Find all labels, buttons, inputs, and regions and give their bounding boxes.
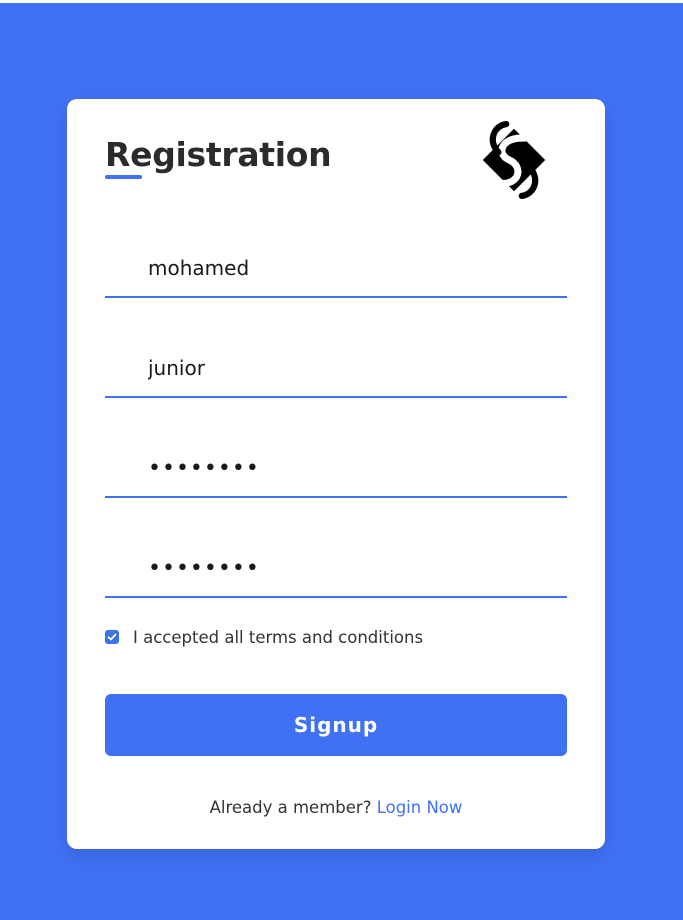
page-title: Registration — [105, 135, 332, 174]
top-edge — [0, 0, 683, 3]
confirm-password-input[interactable] — [105, 540, 567, 596]
login-prompt: Already a member? Login Now — [67, 798, 605, 817]
confirm-password-field — [105, 540, 567, 598]
last-name-input[interactable] — [105, 340, 567, 396]
first-name-input[interactable] — [105, 240, 567, 296]
terms-row: I accepted all terms and conditions — [105, 625, 423, 649]
registration-card: Registration I accepted all terms and co… — [67, 99, 605, 849]
password-field — [105, 440, 567, 498]
password-input[interactable] — [105, 440, 567, 496]
s-logo-icon — [482, 121, 546, 199]
last-name-field — [105, 340, 567, 398]
signup-button[interactable]: Signup — [105, 694, 567, 756]
check-icon — [107, 633, 117, 641]
login-prompt-text: Already a member? — [209, 798, 372, 817]
first-name-field — [105, 240, 567, 298]
terms-checkbox[interactable] — [105, 630, 119, 644]
login-now-link[interactable]: Login Now — [377, 798, 463, 817]
title-underline — [105, 175, 142, 179]
terms-label: I accepted all terms and conditions — [133, 627, 424, 647]
